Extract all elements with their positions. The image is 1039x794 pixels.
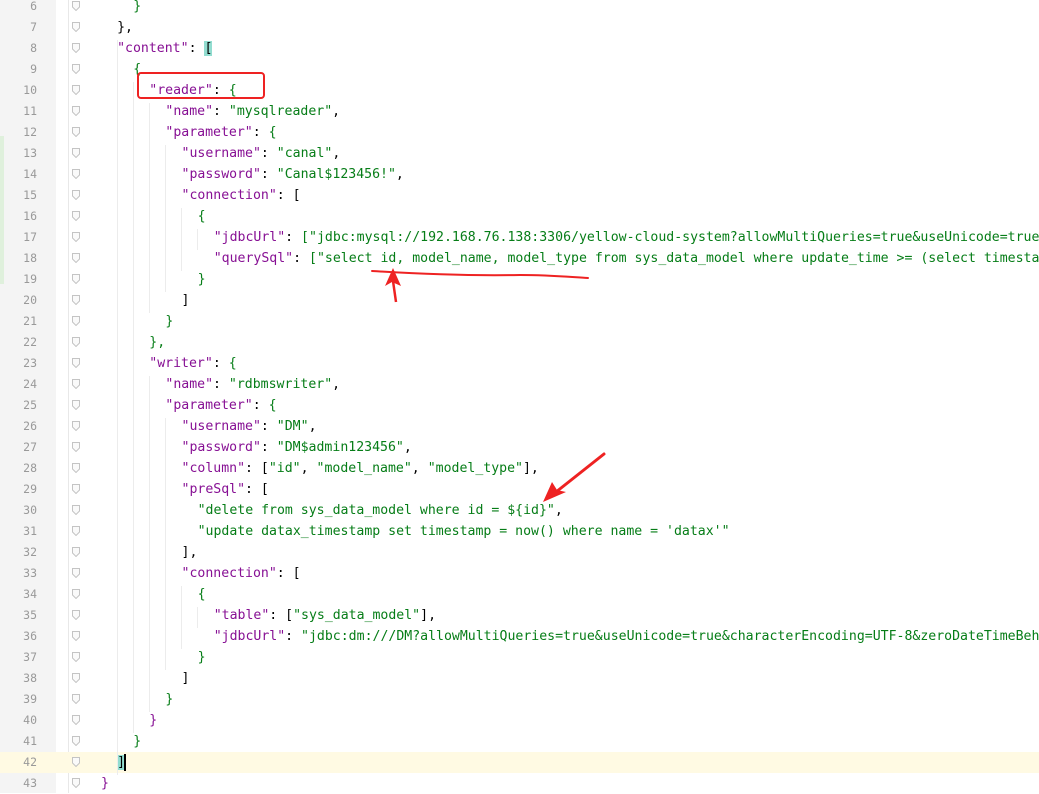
querysql-underline (371, 270, 589, 279)
presql-arrow-shaft (554, 452, 606, 494)
annotation-layer (371, 268, 606, 502)
code-editor[interactable]: 6} 7}, 8 "content": [9{10 "reader": {11 "name… (0, 0, 1039, 793)
querysql-arrow-shaft (391, 280, 398, 303)
